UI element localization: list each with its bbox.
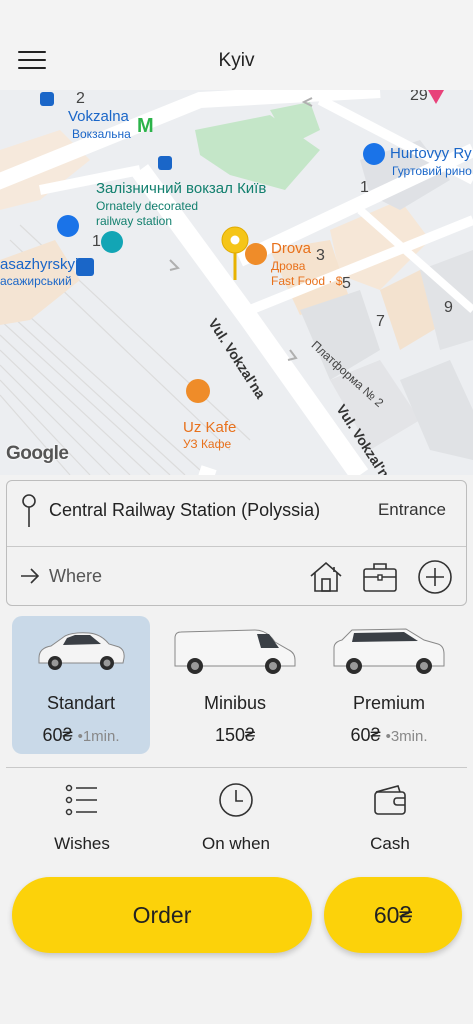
tariff-price-value: 150₴ (214, 725, 256, 745)
map-number: 7 (376, 313, 385, 330)
map-number: 29 (410, 90, 428, 104)
map-number: 1 (360, 179, 369, 196)
tariff-name: Standart (46, 693, 116, 713)
city-title: Kyiv (218, 50, 255, 71)
map-label-station-desc: Ornately decorated (96, 199, 199, 213)
tariff-price: 60₴ •1min. (12, 725, 150, 746)
order-price-button[interactable]: 60₴ (324, 877, 462, 953)
cash-button[interactable]: Cash (320, 778, 460, 864)
tariff-premium[interactable]: Premium 60₴ •3min. (320, 616, 458, 754)
where-input[interactable] (49, 561, 299, 591)
location-pin-icon (22, 494, 36, 527)
on-when-button[interactable]: On when (166, 778, 306, 864)
route-box: Central Railway Station (Polyssia) Entra… (6, 480, 467, 606)
tariff-price-value: 60₴ (42, 725, 73, 745)
tariff-list: Standart 60₴ •1min. Minibus 150₴ Premium… (0, 616, 473, 756)
order-button[interactable]: Order (12, 877, 312, 953)
map-label-uzkafe: Uz Kafe (183, 419, 237, 436)
home-icon[interactable] (307, 559, 345, 595)
wallet-icon (374, 785, 406, 815)
order-options: Wishes On when Cash (0, 778, 473, 864)
suv-car-icon (333, 628, 445, 674)
google-logo: Google (6, 443, 69, 464)
route-from[interactable]: Central Railway Station (Polyssia) Entra… (7, 481, 466, 547)
option-label: Wishes (54, 834, 110, 853)
arrow-right-icon (21, 568, 40, 584)
map-label-hurtovyy-ua: Гуртовий рино (392, 164, 472, 178)
map-number: 1 (92, 233, 101, 250)
tariff-eta: •3min. (385, 728, 428, 745)
map-number: 2 (76, 90, 85, 107)
map-label-vokzalna-ua: Вокзальна (72, 127, 131, 141)
route-to (7, 547, 466, 607)
option-label: On when (201, 834, 271, 853)
add-circle-icon[interactable] (416, 559, 454, 595)
map-label-station: Залізничний вокзал Київ (96, 180, 267, 197)
sedan-car-icon (38, 632, 125, 670)
map-label-hurtovyy: Hurtovyy Ry (390, 145, 472, 162)
van-car-icon (174, 629, 296, 674)
tariff-name: Premium (352, 693, 425, 713)
map-number: 5 (342, 275, 351, 292)
briefcase-icon[interactable] (361, 559, 399, 595)
map-label-drova: Drova (271, 240, 312, 257)
from-address: Central Railway Station (Polyssia) (49, 500, 321, 520)
tariff-price-value: 60₴ (350, 725, 381, 745)
map-number: 3 (316, 247, 325, 264)
map-view[interactable]: M 2 29 Vokzalna Вокзальна Hurtovyy Ry Гу… (0, 90, 473, 475)
tariff-price: 150₴ (166, 725, 304, 746)
wishes-button[interactable]: Wishes (12, 778, 152, 864)
map-label-pasazhyrskyi: asazhyrskyi (0, 256, 79, 273)
tariff-eta: •1min. (77, 728, 120, 745)
tariff-minibus[interactable]: Minibus 150₴ (166, 616, 304, 754)
svg-text:M: M (137, 115, 154, 137)
tariff-standart[interactable]: Standart 60₴ •1min. (12, 616, 150, 754)
map-label-uzkafe-ua: УЗ Кафе (183, 437, 232, 451)
map-label-station-desc: railway station (96, 214, 173, 228)
option-label: Cash (370, 834, 410, 853)
entrance-button[interactable]: Entrance (378, 500, 446, 520)
list-icon (65, 784, 97, 816)
map-label-pasazhyrskyi-ua: асажирський (0, 274, 72, 288)
map-label-vokzalna: Vokzalna (68, 108, 129, 125)
tariff-price: 60₴ •3min. (320, 725, 458, 746)
map-number: 9 (444, 299, 453, 316)
tariff-name: Minibus (203, 693, 267, 713)
clock-icon (219, 783, 253, 817)
map-label-drova-ua: Дрова (271, 259, 306, 273)
app-header: Kyiv (0, 0, 473, 90)
divider (6, 767, 467, 768)
map-label-drova-cat: Fast Food · $ (271, 274, 343, 288)
